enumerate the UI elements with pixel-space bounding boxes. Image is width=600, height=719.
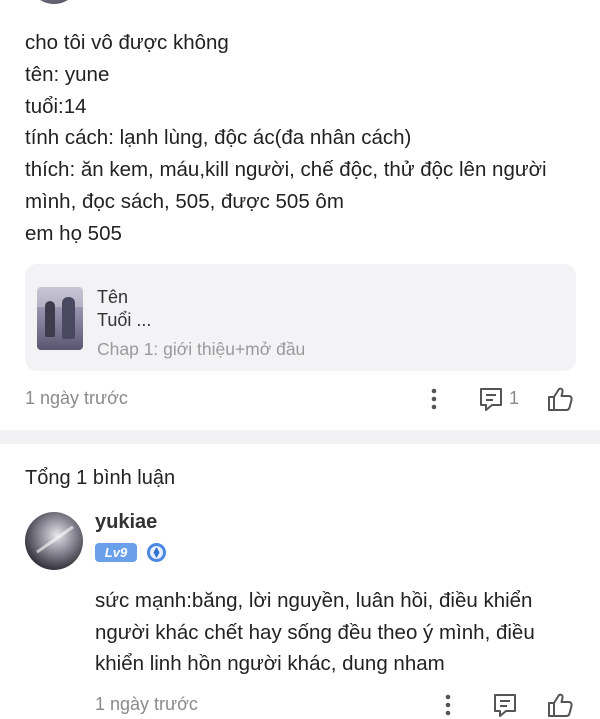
comment-body: sức mạnh:băng, lời nguyền, luân hồi, điề… [95,585,585,680]
commenter-avatar[interactable] [25,512,83,570]
post-author-avatar[interactable] [28,0,80,4]
level-badge: Lv9 [95,543,137,562]
comment-timestamp: 1 ngày trước [95,694,198,714]
thumbs-up-icon[interactable] [545,384,575,414]
thumbs-up-icon[interactable] [545,690,575,719]
post-line: tính cách: lạnh lùng, độc ác(đa nhân các… [25,126,412,150]
comment-line: khiển linh hồn người khác, dung nham [95,652,445,675]
comment-line: sức mạnh:băng, lời nguyền, luân hồi, điề… [95,589,533,612]
section-divider [0,430,600,444]
commenter-username[interactable]: yukiae [95,511,157,534]
more-vertical-icon[interactable] [420,385,448,413]
post-line: em họ 505 [25,221,122,245]
comments-count-title: Tổng 1 bình luận [25,467,176,489]
story-cover-image [37,287,83,350]
post-line: mình, đọc sách, 505, được 505 ôm [25,189,344,213]
post-body: cho tôi vô được không tên: yune tuổi:14 … [25,27,585,250]
comment-icon[interactable] [477,385,505,413]
post-line: thích: ăn kem, máu,kill người, chế độc, … [25,158,547,182]
comment-line: người khác chết hay sống đều theo ý mình… [95,620,535,644]
more-vertical-icon[interactable] [434,691,462,719]
post-line: cho tôi vô được không [25,31,229,54]
card-chapter-label: Chap 1: giới thiệu+mở đầu [97,339,306,359]
post-timestamp: 1 ngày trước [25,388,128,408]
comment-icon[interactable] [491,691,519,719]
post-meta-row: 1 ngày trước 1 [0,383,600,415]
card-title-line: Tên [97,287,129,307]
reply-count: 1 [509,388,520,408]
chapter-link-card[interactable]: Tên Tuổi ... Chap 1: giới thiệu+mở đầu [25,264,576,371]
medal-icon [146,542,167,563]
post-line: tuổi:14 [25,94,87,118]
comment-meta-row: 1 ngày trước [0,689,600,719]
post-line: tên: yune [25,62,110,86]
card-title-line: Tuổi ... [97,310,152,330]
